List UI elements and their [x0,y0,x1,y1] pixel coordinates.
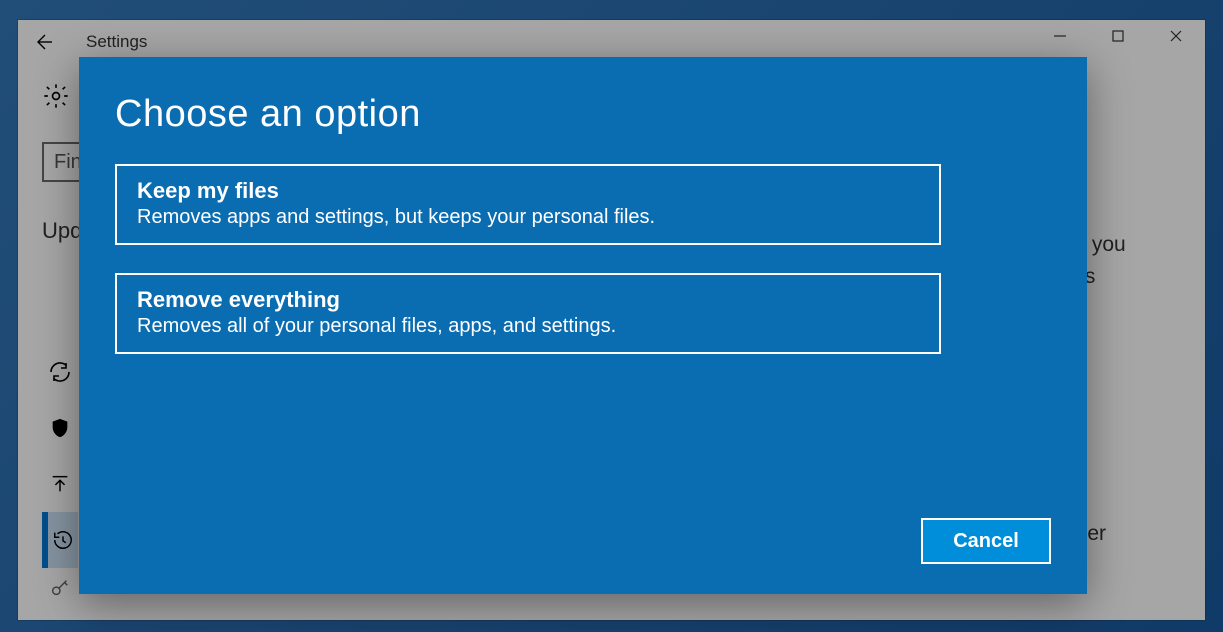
reset-dialog: Choose an option Keep my files Removes a… [79,57,1087,594]
option-keep-files[interactable]: Keep my files Removes apps and settings,… [115,164,941,245]
option-title: Keep my files [137,178,919,204]
cancel-label: Cancel [953,530,1019,553]
option-desc: Removes all of your personal files, apps… [137,315,919,338]
option-desc: Removes apps and settings, but keeps you… [137,206,919,229]
cancel-button[interactable]: Cancel [921,518,1051,564]
dialog-title: Choose an option [115,93,1051,136]
option-remove-everything[interactable]: Remove everything Removes all of your pe… [115,273,941,354]
option-title: Remove everything [137,287,919,313]
